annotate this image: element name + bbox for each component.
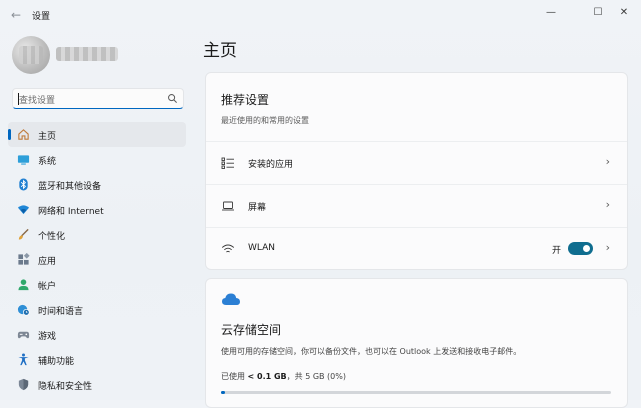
- card-title: 推荐设置: [221, 93, 270, 107]
- sidebar-item-system[interactable]: 系统: [8, 147, 186, 172]
- chevron-right-icon: ›: [605, 155, 610, 168]
- home-icon: [18, 129, 29, 140]
- cloud-usage-text: 已使用 < 0.1 GB，共 5 GB (0%): [221, 371, 346, 382]
- user-name-blurred: [56, 47, 118, 61]
- sidebar-item-gaming[interactable]: 游戏: [8, 322, 186, 347]
- cloud-storage-card: 云存储空间 使用可用的存储空间，你可以备份文件，也可以在 Outlook 上发送…: [205, 278, 628, 408]
- back-arrow-icon[interactable]: ←: [9, 8, 23, 22]
- window-title: 设置: [32, 12, 51, 22]
- chevron-right-icon: ›: [605, 241, 610, 254]
- sidebar-item-apps[interactable]: 应用: [8, 247, 186, 272]
- row-installed-apps[interactable]: 安装的应用 ›: [206, 141, 627, 184]
- minimize-button[interactable]: —: [538, 3, 564, 23]
- sidebar-item-personalization[interactable]: 个性化: [8, 222, 186, 247]
- sidebar-item-network[interactable]: 网络和 Internet: [8, 197, 186, 222]
- sidebar-item-label: 系统: [38, 157, 57, 167]
- sidebar-item-home[interactable]: 主页: [8, 122, 186, 147]
- laptop-icon: [222, 201, 234, 211]
- sidebar-item-label: 辅助功能: [38, 357, 75, 367]
- sidebar-nav: 主页 系统 蓝牙和其他设备 网络和 Internet 个性化 应用 帐户 时间和…: [8, 122, 186, 397]
- sidebar-item-label: 隐私和安全性: [38, 382, 93, 392]
- sidebar-item-accounts[interactable]: 帐户: [8, 272, 186, 297]
- avatar[interactable]: [12, 36, 50, 74]
- search-box[interactable]: 查找设置: [12, 88, 184, 109]
- installed-apps-icon: [221, 157, 234, 169]
- row-wlan[interactable]: WLAN 开 ›: [206, 227, 627, 270]
- wlan-toggle-state-label: 开: [551, 246, 561, 256]
- usage-suffix: ，共 5 GB (0%): [286, 372, 346, 381]
- cloud-description: 使用可用的存储空间，你可以备份文件，也可以在 Outlook 上发送和接收电子邮…: [221, 347, 522, 356]
- sidebar-item-label: 应用: [38, 257, 57, 267]
- row-label: 屏幕: [248, 203, 267, 213]
- apps-icon: [18, 253, 30, 265]
- sidebar-item-label: 网络和 Internet: [38, 207, 104, 217]
- card-subtitle: 最近使用的和常用的设置: [221, 116, 309, 125]
- wlan-toggle[interactable]: [568, 242, 593, 255]
- sidebar-item-time-language[interactable]: 时间和语言: [8, 297, 186, 322]
- cloud-icon: [222, 293, 240, 305]
- page-title: 主页: [203, 41, 237, 61]
- recommended-settings-card: 推荐设置 最近使用的和常用的设置 安装的应用 › 屏幕 › WLAN 开 ›: [205, 72, 628, 270]
- brush-icon: [18, 228, 29, 240]
- wifi-icon: [17, 205, 30, 215]
- sidebar-item-label: 时间和语言: [38, 307, 84, 317]
- chevron-right-icon: ›: [605, 198, 610, 211]
- wifi-icon: [221, 244, 235, 253]
- gamepad-icon: [17, 331, 30, 339]
- row-display[interactable]: 屏幕 ›: [206, 184, 627, 227]
- sidebar-item-label: 帐户: [38, 282, 57, 292]
- sidebar-item-label: 主页: [38, 132, 57, 142]
- search-placeholder: 查找设置: [19, 96, 56, 106]
- sidebar-item-label: 个性化: [38, 232, 66, 242]
- user-profile[interactable]: [12, 36, 182, 76]
- bluetooth-icon: [19, 178, 28, 191]
- sidebar-item-accessibility[interactable]: 辅助功能: [8, 347, 186, 372]
- search-icon[interactable]: [167, 93, 178, 104]
- sidebar-item-label: 蓝牙和其他设备: [38, 182, 102, 192]
- storage-usage-bar: [221, 391, 611, 394]
- shield-icon: [18, 378, 29, 391]
- title-bar: ← 设置 — ☐ ✕: [0, 0, 641, 30]
- sidebar-item-bluetooth[interactable]: 蓝牙和其他设备: [8, 172, 186, 197]
- sidebar-item-privacy[interactable]: 隐私和安全性: [8, 372, 186, 397]
- row-label: WLAN: [248, 243, 276, 253]
- usage-prefix: 已使用: [221, 372, 245, 381]
- account-icon: [18, 279, 29, 291]
- system-display-icon: [17, 155, 30, 165]
- usage-value: < 0.1 GB: [247, 372, 287, 381]
- globe-clock-icon: [17, 304, 30, 316]
- close-button[interactable]: ✕: [611, 3, 637, 23]
- card-title: 云存储空间: [221, 323, 282, 337]
- accessibility-icon: [18, 353, 29, 366]
- maximize-button[interactable]: ☐: [585, 3, 611, 23]
- storage-usage-fill: [221, 391, 225, 394]
- row-label: 安装的应用: [248, 160, 294, 170]
- sidebar-item-label: 游戏: [38, 332, 57, 342]
